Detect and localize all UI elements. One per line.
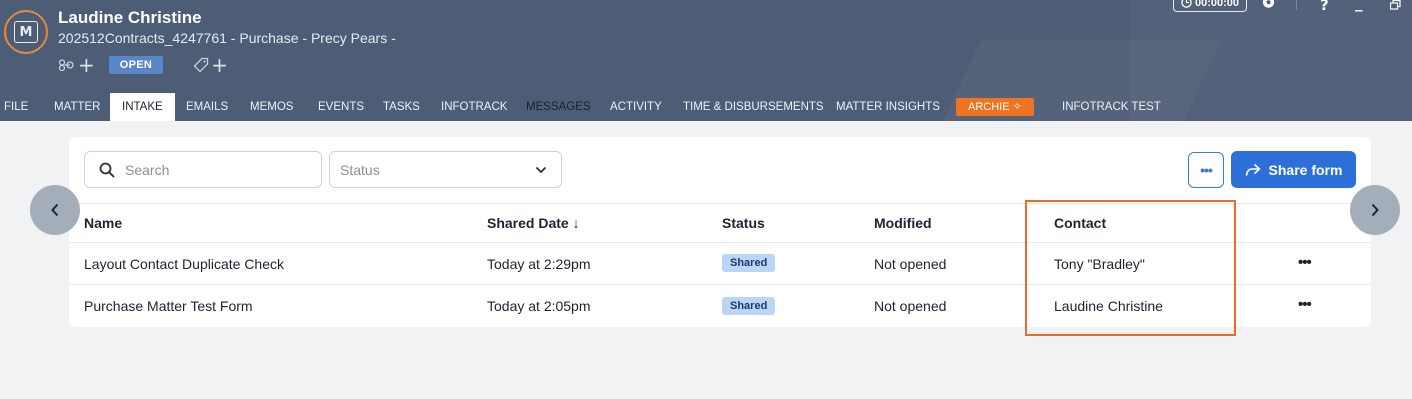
chevron-right-icon (1371, 203, 1379, 217)
timer-button[interactable]: 00:00:00 (1173, 0, 1247, 12)
link-icon[interactable]: + (58, 55, 95, 75)
gear-icon[interactable] (1261, 0, 1276, 14)
search-icon (99, 162, 115, 177)
shared-date: Today at 2:05pm (487, 298, 591, 314)
window-restore-icon[interactable] (1389, 0, 1401, 14)
tab-messages[interactable]: MESSAGES (526, 93, 591, 121)
shared-date: Today at 2:29pm (487, 256, 591, 272)
divider (1296, 0, 1297, 10)
tab-time-disbursements[interactable]: TIME & DISBURSEMENTS (683, 93, 824, 121)
tag-icon[interactable]: + (193, 55, 228, 75)
tab-activity[interactable]: ACTIVITY (610, 93, 662, 121)
tab-infotrack[interactable]: INFOTRACK (441, 93, 507, 121)
status-badge[interactable]: OPEN (108, 56, 164, 74)
tab-infotrack-test[interactable]: INFOTRACK TEST (1062, 93, 1161, 121)
tab-memos[interactable]: MEMOS (250, 93, 293, 121)
search-box[interactable] (84, 151, 322, 188)
modified: Not opened (874, 298, 947, 314)
tab-matter[interactable]: MATTER (54, 93, 100, 121)
modified: Not opened (874, 256, 947, 272)
share-form-label: Share form (1268, 161, 1343, 178)
status-filter-select[interactable]: Status (329, 151, 562, 188)
client-name: Laudine Christine (58, 8, 202, 27)
chevron-down-icon (535, 166, 547, 173)
form-name[interactable]: Layout Contact Duplicate Check (84, 256, 284, 272)
tab-bar: FILE MATTER INTAKE EMAILS MEMOS EVENTS T… (0, 93, 1412, 121)
tab-intake[interactable]: INTAKE (110, 93, 175, 121)
status-badge: Shared (722, 254, 776, 272)
column-header-shared-date[interactable]: Shared Date ↓ (487, 215, 580, 231)
more-options-button[interactable]: ••• (1188, 152, 1224, 188)
add-tag-icon[interactable]: + (211, 55, 228, 75)
tab-events[interactable]: EVENTS (318, 93, 364, 121)
minimize-button[interactable]: _ (1355, 0, 1363, 12)
row-actions-button[interactable]: ••• (1298, 296, 1312, 313)
matter-description: 202512Contracts_4247761 - Purchase - Pre… (58, 30, 396, 46)
tab-emails[interactable]: EMAILS (186, 93, 228, 121)
timer-value: 00:00:00 (1194, 0, 1240, 9)
status-filter-placeholder: Status (340, 161, 380, 178)
matter-logo-icon[interactable]: M (4, 10, 48, 54)
next-button[interactable] (1350, 185, 1400, 235)
clock-icon (1181, 0, 1192, 8)
header-tools: + OPEN + (58, 55, 228, 75)
status-badge: Shared (722, 297, 776, 315)
help-button[interactable]: ? (1320, 0, 1329, 14)
previous-button[interactable] (30, 185, 80, 235)
column-header-name[interactable]: Name (84, 215, 122, 231)
matter-header: M Laudine Christine 202512Contracts_4247… (0, 0, 1412, 121)
tab-file[interactable]: FILE (4, 93, 28, 121)
add-link-icon[interactable]: + (78, 55, 95, 75)
row-actions-button[interactable]: ••• (1298, 254, 1312, 271)
contact-column-highlight (1025, 200, 1236, 336)
share-icon (1245, 163, 1260, 176)
tab-matter-insights[interactable]: MATTER INSIGHTS (836, 93, 940, 121)
form-name[interactable]: Purchase Matter Test Form (84, 298, 253, 314)
column-header-status[interactable]: Status (722, 215, 765, 231)
search-input[interactable] (125, 161, 305, 178)
chevron-left-icon (51, 203, 59, 217)
tab-tasks[interactable]: TASKS (383, 93, 420, 121)
column-header-modified[interactable]: Modified (874, 215, 932, 231)
share-form-button[interactable]: Share form (1231, 151, 1356, 188)
tab-archie[interactable]: ARCHIE ✧ (956, 98, 1034, 116)
